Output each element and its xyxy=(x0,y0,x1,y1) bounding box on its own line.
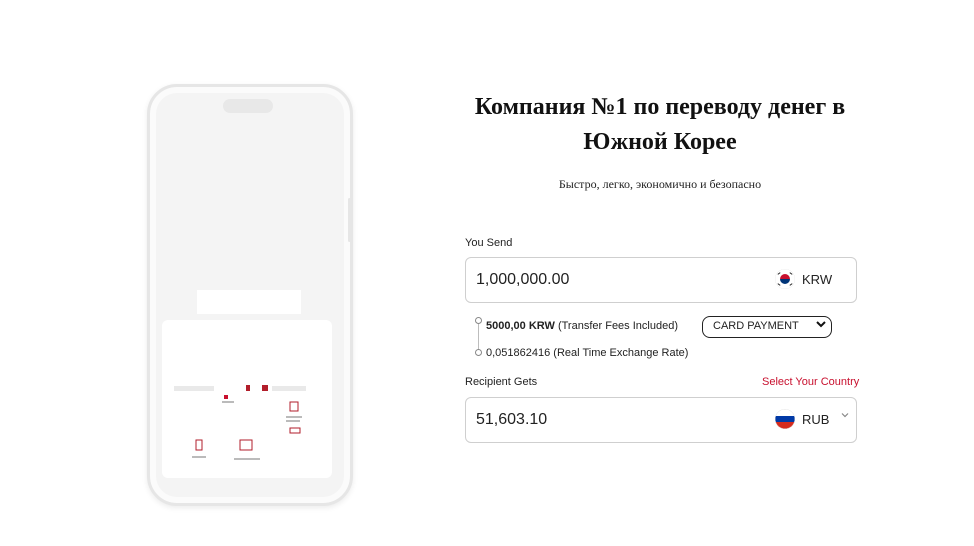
send-amount-box: KRW xyxy=(465,257,857,303)
recipient-gets-label: Recipient Gets xyxy=(465,376,538,388)
receive-currency-select[interactable]: RUB xyxy=(802,412,829,427)
you-send-label: You Send xyxy=(465,237,513,249)
phone-screen-card xyxy=(162,320,332,478)
page-title-line1: Компания №1 по переводу денег в xyxy=(474,94,846,120)
phone-screen-banner xyxy=(197,290,301,314)
phone-side-button xyxy=(348,198,351,242)
send-amount-input[interactable] xyxy=(476,269,716,291)
chevron-down-icon[interactable] xyxy=(840,410,850,423)
exchange-rate-row: 0,051862416 (Real Time Exchange Rate) xyxy=(486,347,688,359)
south-korea-flag-icon xyxy=(775,269,795,289)
page-subtitle: Быстро, легко, экономично и безопасно xyxy=(558,177,762,191)
transfer-fee-row: 5000,00 KRW (Transfer Fees Included) xyxy=(486,320,678,332)
exchange-rate-value: 0,051862416 xyxy=(486,347,551,359)
transfer-fee-note: (Transfer Fees Included) xyxy=(557,320,678,332)
phone-notch xyxy=(223,99,273,113)
payment-method-value: CARD PAYMENT xyxy=(713,320,799,332)
phone-mini-icons xyxy=(192,395,302,460)
select-country-link[interactable]: Select Your Country xyxy=(762,376,859,388)
transfer-fee-amount: 5000,00 KRW xyxy=(486,320,555,332)
phone-mockup xyxy=(147,84,353,506)
receive-amount-input[interactable] xyxy=(476,409,716,431)
payment-method-select[interactable]: CARD PAYMENT xyxy=(702,316,832,338)
rate-dot-icon xyxy=(475,349,482,356)
receive-amount-box: RUB xyxy=(465,397,857,443)
chevron-down-icon xyxy=(815,318,827,333)
page-title: Компания №1 по переводу денег в Южной Ко… xyxy=(440,90,880,160)
fee-dot-icon xyxy=(475,317,482,324)
page-title-line2: Южной Корее xyxy=(583,129,737,155)
russia-flag-icon xyxy=(775,409,795,429)
send-currency: KRW xyxy=(802,272,833,287)
exchange-rate-note: (Real Time Exchange Rate) xyxy=(553,347,689,359)
